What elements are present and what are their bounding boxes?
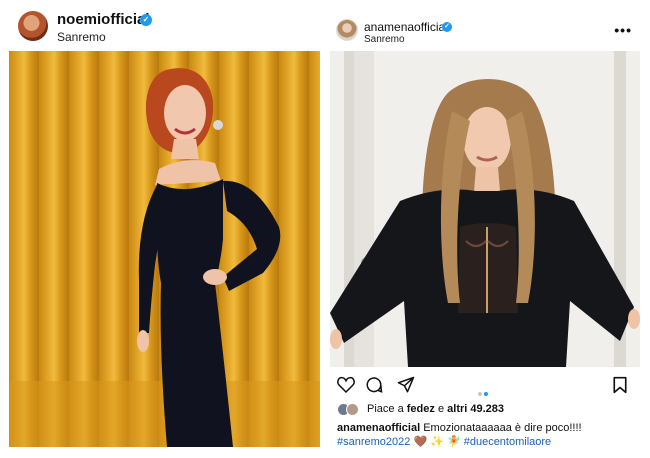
avatar[interactable] xyxy=(336,19,358,41)
woman-in-black-blazer-illustration xyxy=(330,51,640,367)
location[interactable]: Sanremo xyxy=(364,34,405,45)
username[interactable]: noemiofficial xyxy=(57,11,150,28)
comment-icon[interactable] xyxy=(365,376,383,400)
hashtag-emoji: 🤎 ✨ 🧚 xyxy=(413,436,461,448)
hashtags: #sanremo2022 🤎 ✨ 🧚 #duecentomilaore xyxy=(337,435,551,448)
share-icon[interactable] xyxy=(397,376,415,400)
carousel-dot-active xyxy=(484,392,488,396)
likes-prefix: Piace a xyxy=(367,403,404,415)
post-anamenaofficial: anamenaofficial ✓ Sanremo ••• Piace a fe… xyxy=(327,0,650,458)
location[interactable]: Sanremo xyxy=(57,30,106,44)
username[interactable]: anamenaofficial xyxy=(364,20,448,34)
likes-user[interactable]: fedez xyxy=(407,403,435,415)
bookmark-icon[interactable] xyxy=(612,376,628,400)
caption-text: Emozionataaaaaa è dire poco!!!! xyxy=(423,422,582,434)
likes-joiner: e xyxy=(437,403,445,415)
woman-in-black-gown-illustration xyxy=(9,68,320,447)
carousel-indicator xyxy=(478,383,490,401)
post-photo[interactable] xyxy=(330,51,640,367)
post-photo[interactable] xyxy=(9,51,320,447)
likes-count[interactable]: altri 49.283 xyxy=(447,403,504,415)
caption: anamenaofficial Emozionataaaaaa è dire p… xyxy=(337,422,582,434)
verified-badge-icon: ✓ xyxy=(140,14,152,26)
post-header: noemiofficial ✓ Sanremo xyxy=(0,0,327,50)
heart-icon[interactable] xyxy=(337,376,355,399)
hashtag-link[interactable]: #sanremo2022 xyxy=(337,436,410,448)
post-noemiofficial: noemiofficial ✓ Sanremo xyxy=(0,0,327,458)
more-options-icon[interactable]: ••• xyxy=(614,22,632,38)
carousel-dot xyxy=(478,392,482,396)
liker-avatar xyxy=(346,403,359,416)
hashtag-link[interactable]: #duecentomilaore xyxy=(464,436,551,448)
verified-badge-icon: ✓ xyxy=(442,22,452,32)
post-header: anamenaofficial ✓ Sanremo ••• xyxy=(327,0,650,50)
likes-summary[interactable]: Piace a fedez e altri 49.283 xyxy=(367,403,504,415)
avatar[interactable] xyxy=(18,11,48,41)
caption-username[interactable]: anamenaofficial xyxy=(337,422,420,434)
